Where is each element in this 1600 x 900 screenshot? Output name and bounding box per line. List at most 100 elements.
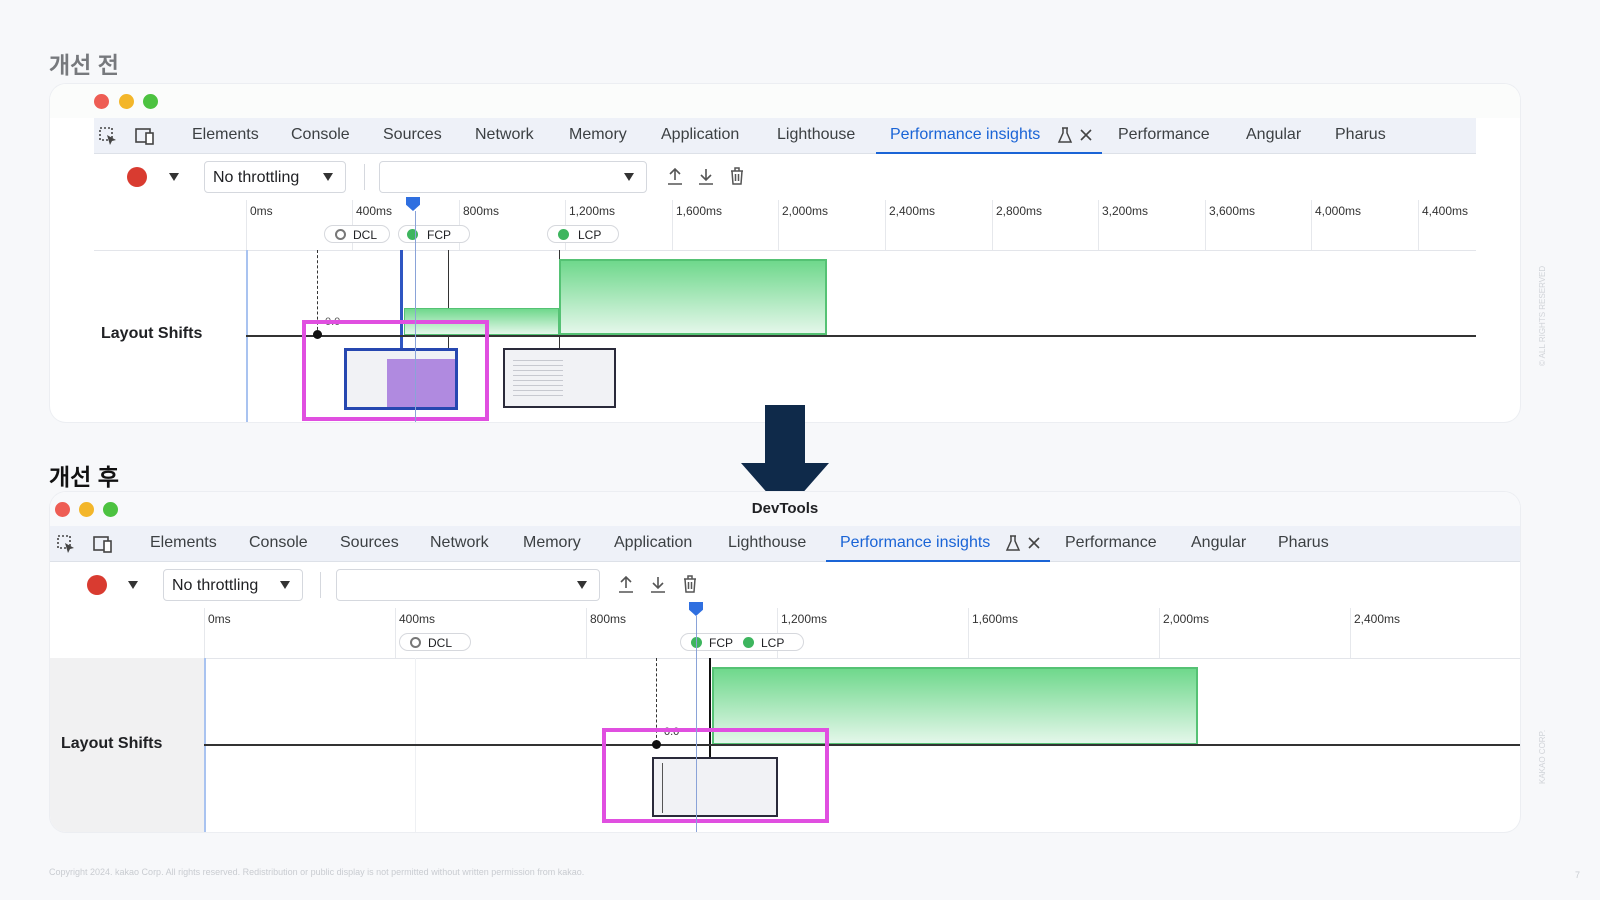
record-options-caret[interactable] — [128, 581, 138, 589]
record-options-caret[interactable] — [169, 173, 179, 181]
ruler-tick — [1418, 200, 1419, 250]
side-watermark-bottom: KAKAO CORP. — [1538, 729, 1547, 784]
ruler-tick — [885, 200, 886, 250]
ruler-tick — [395, 608, 396, 658]
throttling-select[interactable]: No throttling — [163, 569, 303, 601]
devtools-panel-after: DevTools Elements Console Sources Networ… — [50, 492, 1520, 832]
ruler-tick — [672, 200, 673, 250]
track-label: Layout Shifts — [101, 325, 203, 342]
tab-performance[interactable]: Performance — [1118, 126, 1210, 144]
tab-angular[interactable]: Angular — [1191, 534, 1246, 552]
ruler-tick-label: 1,600ms — [972, 612, 1019, 626]
device-toggle-icon[interactable] — [134, 126, 156, 151]
upload-icon[interactable] — [666, 166, 684, 191]
chevron-down-icon — [280, 581, 290, 589]
tab-performance-insights[interactable]: Performance insights — [840, 534, 990, 552]
side-watermark-top: © ALL RIGHTS RESERVED — [1538, 265, 1547, 366]
tab-application[interactable]: Application — [614, 534, 692, 552]
tab-network[interactable]: Network — [430, 534, 489, 552]
minimize-window-button[interactable] — [119, 94, 134, 109]
devtools-tabbar: Elements Console Sources Network Memory … — [50, 526, 1520, 562]
tab-sources[interactable]: Sources — [340, 534, 399, 552]
section-title-after: 개선 후 — [49, 464, 119, 490]
upload-icon[interactable] — [617, 574, 635, 599]
layout-shifts-track: Layout Shifts 0.0 — [94, 250, 1476, 422]
dcl-dot-icon — [410, 637, 421, 648]
ruler-tick — [968, 608, 969, 658]
screenshot-thumbnail[interactable] — [503, 348, 616, 408]
tab-pharus[interactable]: Pharus — [1278, 534, 1329, 552]
ruler-tick-label: 3,600ms — [1209, 204, 1256, 218]
tab-pharus[interactable]: Pharus — [1335, 126, 1386, 144]
ruler-tick-label: 2,400ms — [889, 204, 936, 218]
marker-lcp-label: LCP — [761, 636, 785, 650]
trash-icon[interactable] — [682, 574, 698, 599]
inspect-icon[interactable] — [98, 126, 118, 151]
flask-icon — [1057, 127, 1073, 149]
tab-console[interactable]: Console — [249, 534, 308, 552]
tab-console[interactable]: Console — [291, 126, 350, 144]
tab-application[interactable]: Application — [661, 126, 739, 144]
tab-elements[interactable]: Elements — [150, 534, 217, 552]
ruler-tick-label: 3,200ms — [1102, 204, 1149, 218]
inspect-icon[interactable] — [56, 534, 76, 559]
ruler-tick — [586, 608, 587, 658]
highlight-box — [602, 728, 829, 823]
tab-network[interactable]: Network — [475, 126, 534, 144]
record-icon[interactable] — [87, 575, 107, 595]
tab-lighthouse[interactable]: Lighthouse — [777, 126, 855, 144]
download-icon[interactable] — [697, 166, 715, 191]
lcp-bar[interactable] — [559, 259, 827, 335]
ruler-tick — [778, 200, 779, 250]
throttling-select-value: No throttling — [172, 577, 259, 594]
ruler-tick — [1098, 200, 1099, 250]
throttling-select[interactable]: No throttling — [204, 161, 346, 193]
marker-lcp-label: LCP — [578, 228, 602, 242]
ruler-tick — [1159, 608, 1160, 658]
marker-fcp-label: FCP — [709, 636, 733, 650]
marker-fcp[interactable]: FCP LCP — [680, 633, 804, 651]
perf-toolbar: No throttling — [94, 154, 1476, 201]
ruler-tick — [246, 200, 247, 250]
playhead-line — [696, 658, 697, 832]
window-title: DevTools — [751, 500, 819, 517]
recording-select[interactable] — [336, 569, 600, 601]
marker-dcl[interactable]: DCL — [399, 633, 471, 651]
tab-elements[interactable]: Elements — [192, 126, 259, 144]
toolbar-separator — [364, 164, 365, 190]
marker-lcp[interactable]: LCP — [547, 225, 619, 243]
marker-dcl[interactable]: DCL — [324, 225, 390, 243]
flask-icon — [1005, 535, 1021, 557]
ruler-tick-label: 1,200ms — [569, 204, 616, 218]
ruler-tick-label: 2,000ms — [782, 204, 829, 218]
recording-select[interactable] — [379, 161, 647, 193]
playhead-line — [415, 250, 416, 422]
tab-performance-insights[interactable]: Performance insights — [890, 126, 1040, 144]
device-toggle-icon[interactable] — [92, 534, 114, 559]
tab-memory[interactable]: Memory — [569, 126, 627, 144]
close-icon[interactable] — [1027, 536, 1041, 555]
ruler-tick-label: 400ms — [399, 612, 436, 626]
chevron-down-icon — [624, 173, 634, 181]
tab-angular[interactable]: Angular — [1246, 126, 1301, 144]
devtools-panel-before: Elements Console Sources Network Memory … — [50, 84, 1520, 422]
toolbar-separator — [320, 572, 321, 598]
window-titlebar — [50, 84, 1520, 118]
trash-icon[interactable] — [729, 166, 745, 191]
ruler-tick-label: 400ms — [356, 204, 393, 218]
tab-memory[interactable]: Memory — [523, 534, 581, 552]
tab-lighthouse[interactable]: Lighthouse — [728, 534, 806, 552]
tab-sources[interactable]: Sources — [383, 126, 442, 144]
maximize-window-button[interactable] — [143, 94, 158, 109]
marker-fcp[interactable]: FCP — [398, 225, 470, 243]
marker-dcl-label: DCL — [353, 228, 378, 242]
record-icon[interactable] — [127, 167, 147, 187]
tab-performance[interactable]: Performance — [1065, 534, 1157, 552]
thumbnail-content — [513, 356, 563, 396]
ruler-tick-label: 2,400ms — [1354, 612, 1401, 626]
close-window-button[interactable] — [94, 94, 109, 109]
download-icon[interactable] — [649, 574, 667, 599]
close-icon[interactable] — [1079, 128, 1093, 147]
ruler-tick — [1311, 200, 1312, 250]
layout-shifts-track: Layout Shifts 0.0 — [50, 658, 1520, 832]
